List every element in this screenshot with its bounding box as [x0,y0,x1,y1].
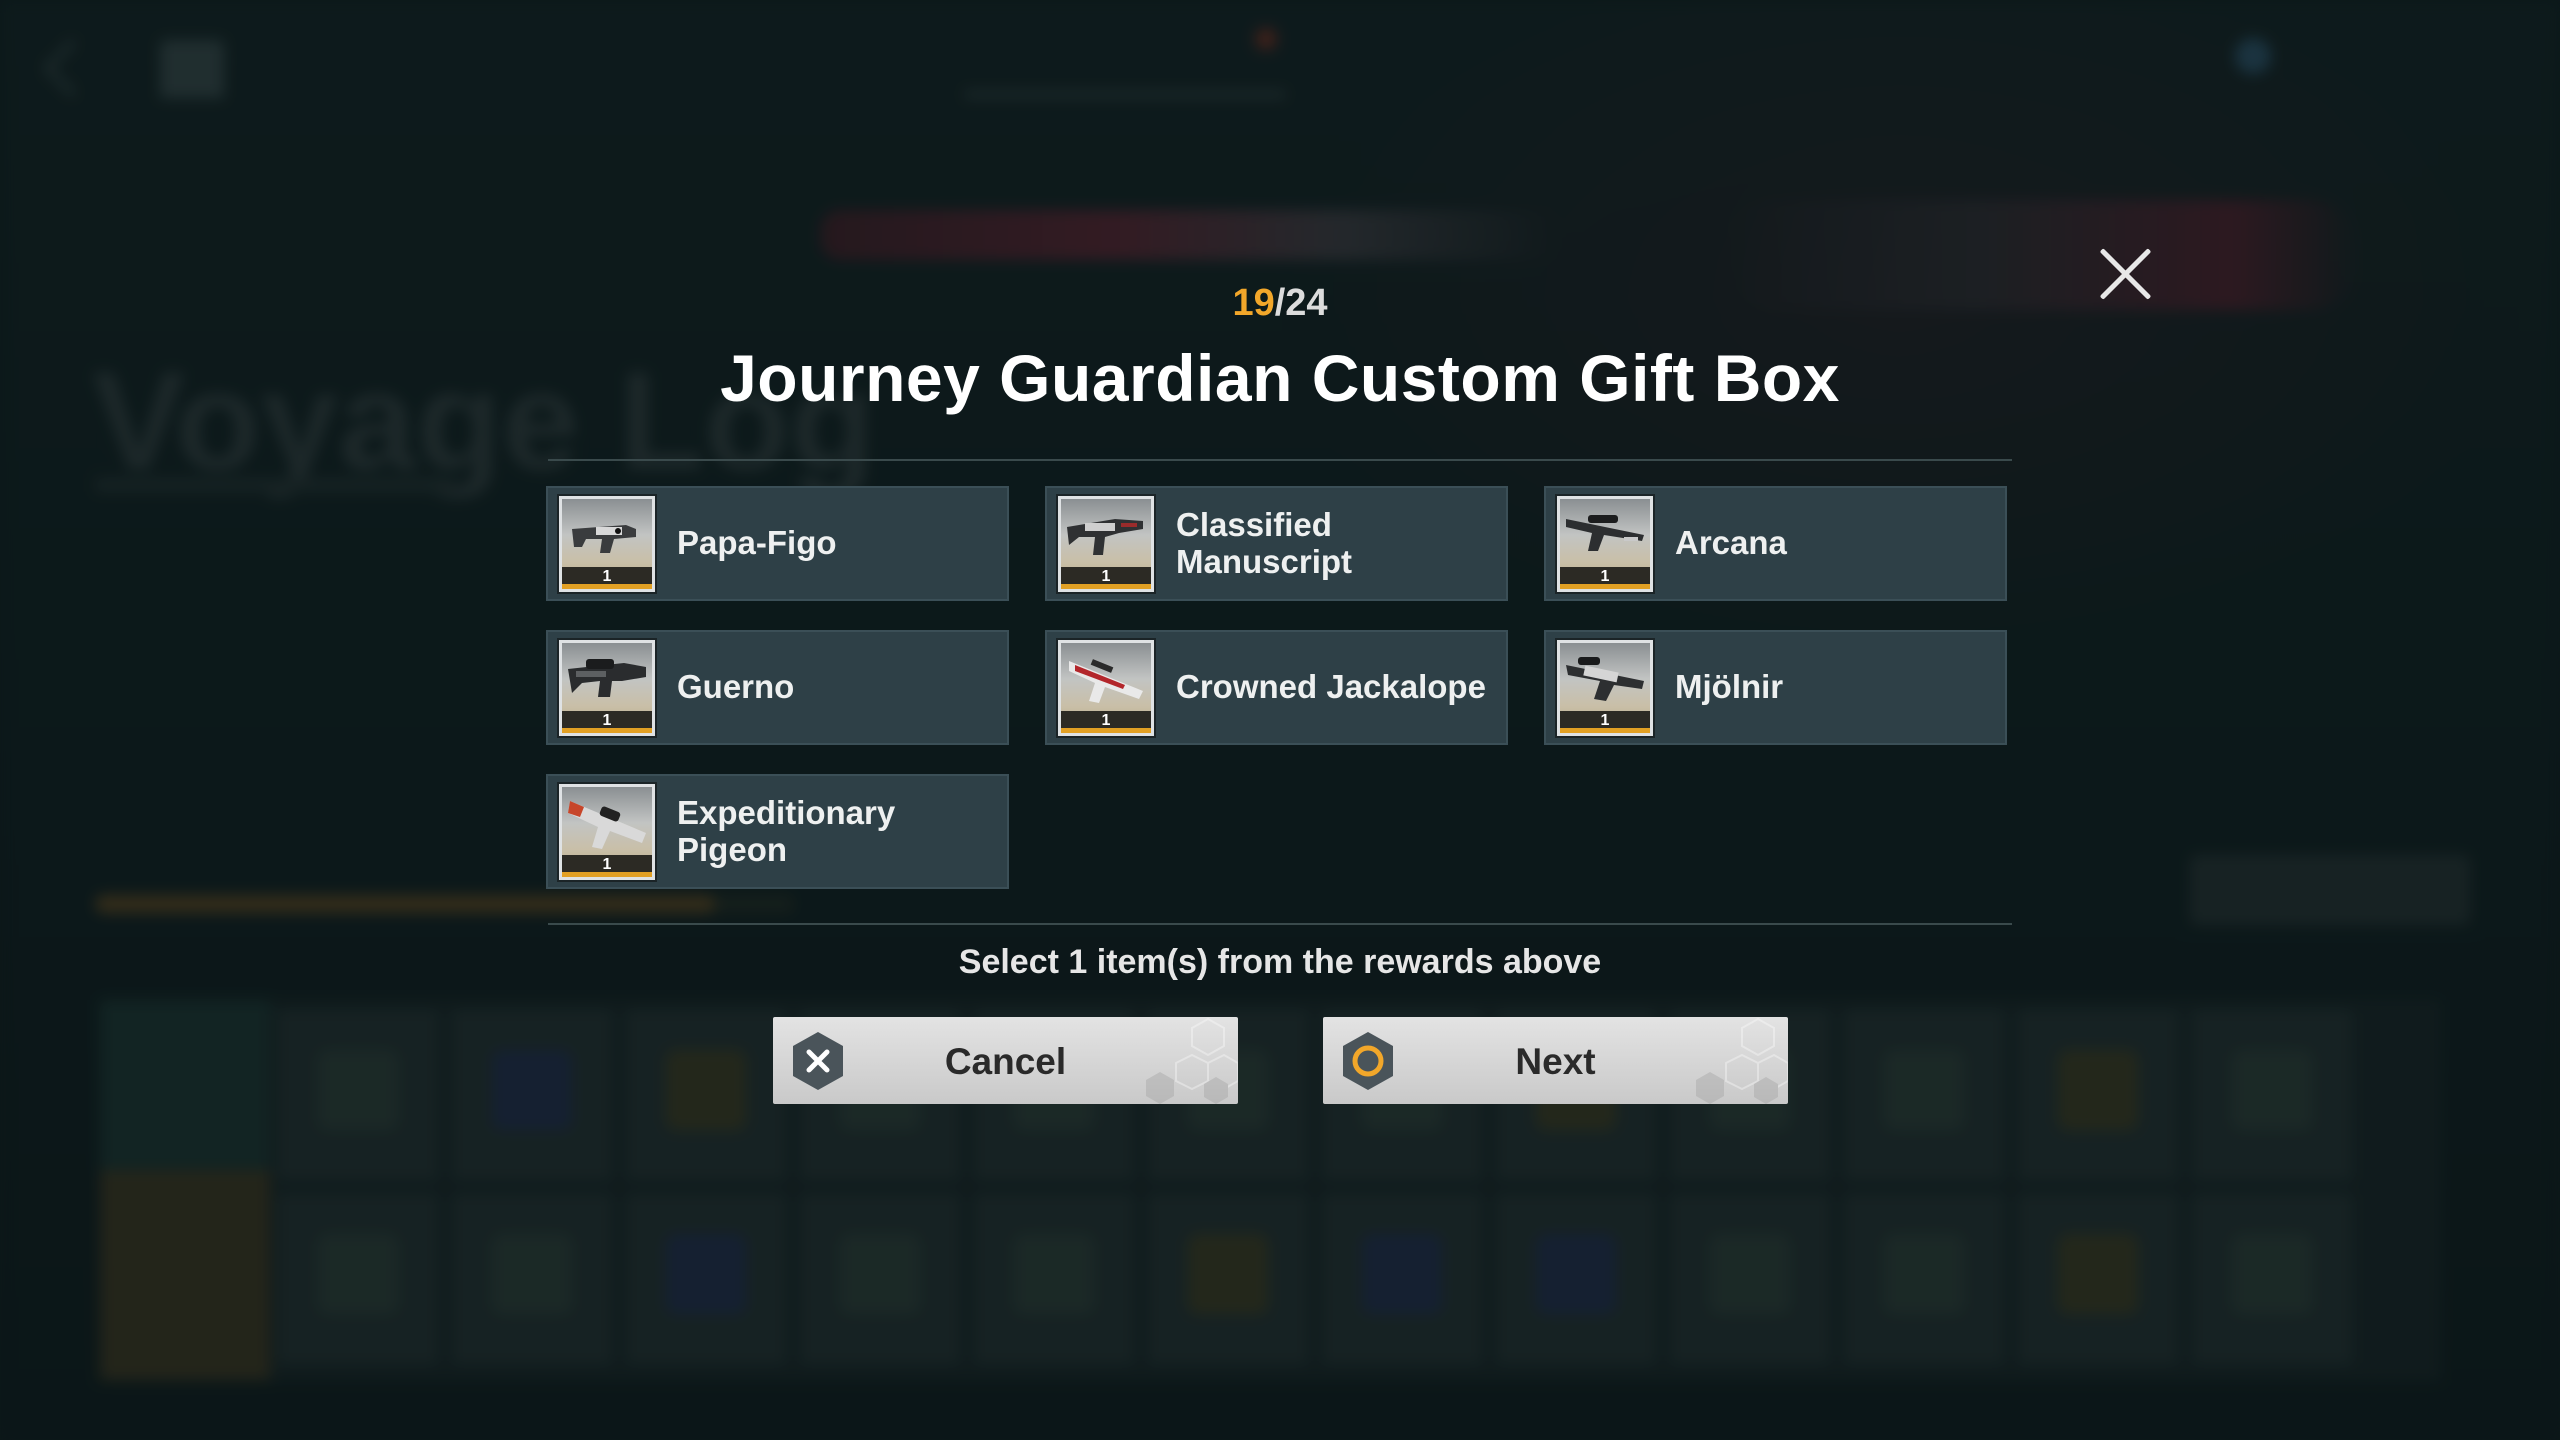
reward-item[interactable]: 1 Mjölnir [1544,630,2007,745]
item-quantity: 1 [1600,711,1610,729]
reward-grid: 1 Papa-Figo 1 Classified Manuscript 1 Ar… [546,486,2007,889]
counter-total: 24 [1285,282,1328,324]
item-name: Guerno [677,668,795,706]
divider [548,459,2012,461]
selection-hint: Select 1 item(s) from the rewards above [958,943,1602,981]
reward-item[interactable]: 1 Papa-Figo [546,486,1009,601]
counter-current: 19 [1232,282,1275,324]
reward-item[interactable]: 1 Classified Manuscript [1045,486,1508,601]
next-button[interactable]: Next [1323,1017,1788,1104]
assault-rifle-icon: 1 [1058,495,1154,592]
item-name: Arcana [1675,524,1787,562]
modal-title: Journey Guardian Custom Gift Box [720,341,1840,415]
reward-item[interactable]: 1 Guerno [546,630,1009,745]
reward-item[interactable]: 1 Expeditionary Pigeon [546,774,1009,889]
next-label: Next [1515,1041,1596,1082]
item-name: Mjölnir [1675,668,1784,706]
reward-item[interactable]: 1 Arcana [1544,486,2007,601]
divider [548,923,2012,925]
item-quantity: 1 [1600,567,1610,585]
cancel-label: Cancel [944,1041,1067,1082]
item-name: Expeditionary Pigeon [677,793,896,868]
item-quantity: 1 [602,567,612,585]
launcher-icon: 1 [559,783,655,880]
item-quantity: 1 [1101,567,1111,585]
item-name: Papa-Figo [677,524,837,562]
item-name: Classified Manuscript [1176,505,1353,580]
red-rifle-icon: 1 [1058,639,1154,736]
heavy-rifle-icon: 1 [559,639,655,736]
item-quantity: 1 [602,711,612,729]
item-name: Crowned Jackalope [1176,668,1486,706]
game-screen: Voyage Log 19/24 Journey Guardian Custom… [0,0,2560,1440]
sniper-rifle-icon: 1 [1557,495,1653,592]
gift-box-counter: 19/24 [0,282,2560,325]
smg-icon: 1 [559,495,655,592]
machine-gun-icon: 1 [1557,639,1653,736]
cancel-button[interactable]: Cancel [773,1017,1238,1104]
counter-separator: / [1274,282,1286,324]
reward-item[interactable]: 1 Crowned Jackalope [1045,630,1508,745]
item-quantity: 1 [602,855,612,873]
item-quantity: 1 [1101,711,1111,729]
